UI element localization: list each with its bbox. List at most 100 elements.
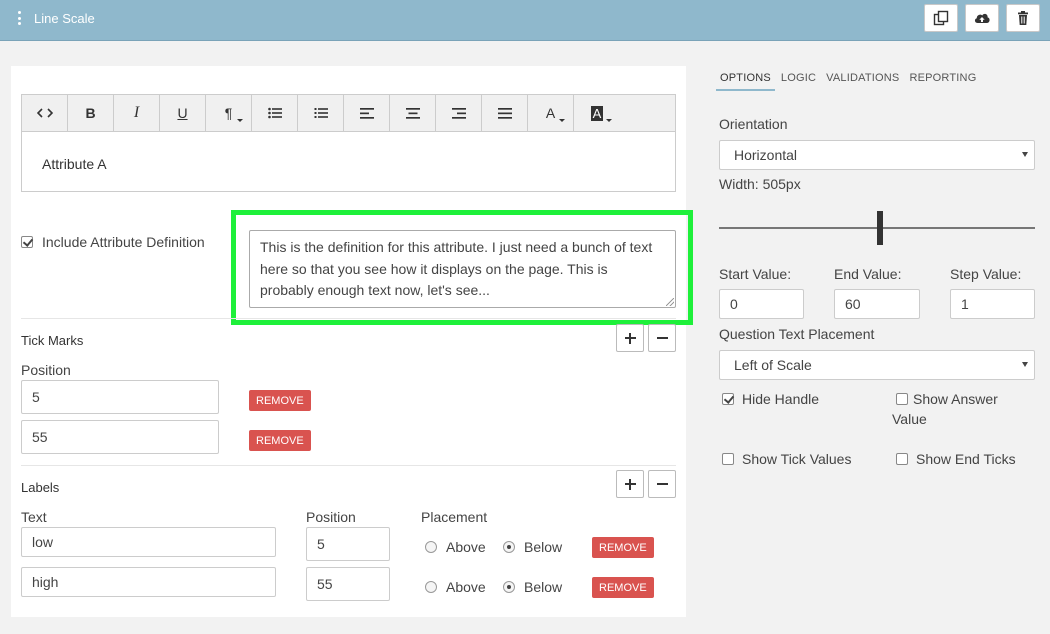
trash-icon	[1018, 11, 1028, 25]
placement-above-option[interactable]: Above	[425, 539, 486, 555]
placement-above-option[interactable]: Above	[425, 579, 486, 595]
divider	[21, 318, 676, 319]
placement-above-label: Above	[446, 579, 486, 595]
placement-below-option[interactable]: Below	[503, 539, 562, 555]
code-view-button[interactable]	[22, 95, 68, 131]
underline-icon: U	[177, 105, 188, 121]
justify-button[interactable]	[482, 95, 528, 131]
bold-icon: B	[85, 105, 96, 121]
width-slider-handle[interactable]	[877, 211, 884, 245]
bullet-list-button[interactable]	[252, 95, 298, 131]
numbered-list-icon	[314, 108, 328, 118]
label-placement-header: Placement	[421, 509, 488, 525]
tab-options[interactable]: OPTIONS	[716, 66, 775, 91]
tick-position-input[interactable]: 5	[21, 380, 219, 414]
start-value-label: Start Value:	[719, 266, 792, 282]
placement-below-radio[interactable]	[503, 581, 515, 593]
show-answer-value-option[interactable]: Show Answer Value	[892, 389, 1032, 429]
orientation-select[interactable]: Horizontal	[719, 140, 1035, 170]
show-tick-values-checkbox[interactable]	[722, 453, 734, 465]
align-center-button[interactable]	[390, 95, 436, 131]
label-text-input[interactable]: high	[21, 567, 276, 597]
end-value-label: End Value:	[834, 266, 902, 282]
align-left-icon	[359, 107, 374, 119]
include-definition-checkbox[interactable]	[21, 236, 33, 248]
hide-handle-checkbox[interactable]	[722, 393, 734, 405]
resize-grip-icon[interactable]	[666, 298, 674, 306]
remove-tick-button-1[interactable]: REMOVE	[249, 390, 311, 411]
placement-below-label: Below	[524, 539, 563, 555]
show-answer-value-label: Show Answer Value	[892, 391, 998, 427]
background-color-button[interactable]: A	[574, 95, 620, 131]
align-left-button[interactable]	[344, 95, 390, 131]
page-title: Line Scale	[34, 11, 95, 26]
placement-below-label: Below	[524, 579, 563, 595]
question-text-placement-select[interactable]: Left of Scale	[719, 350, 1035, 380]
vertical-dots-icon[interactable]	[16, 11, 22, 25]
end-value-input[interactable]: 60	[834, 289, 920, 319]
copy-button[interactable]	[924, 4, 958, 32]
label-position-input[interactable]: 55	[306, 567, 390, 601]
bullet-list-icon	[267, 107, 282, 119]
font-color-icon: A	[545, 105, 556, 121]
step-value-input[interactable]: 1	[950, 289, 1035, 319]
add-tick-button[interactable]	[616, 324, 644, 352]
hide-handle-label: Hide Handle	[742, 391, 820, 407]
placement-above-radio[interactable]	[425, 581, 437, 593]
placement-above-radio[interactable]	[425, 541, 437, 553]
justify-icon	[497, 107, 512, 119]
start-value-input[interactable]: 0	[719, 289, 804, 319]
italic-button[interactable]: I	[114, 95, 160, 131]
remove-tick-button[interactable]	[648, 324, 676, 352]
show-tick-values-option[interactable]: Show Tick Values	[722, 449, 851, 469]
dropdown-arrow-icon	[1022, 152, 1028, 157]
remove-tick-button-2[interactable]: REMOVE	[249, 430, 311, 451]
editor-content[interactable]: Attribute A	[22, 132, 675, 196]
paragraph-button[interactable]: ¶	[206, 95, 252, 131]
hide-handle-option[interactable]: Hide Handle	[722, 389, 819, 409]
placement-below-radio[interactable]	[503, 541, 515, 553]
tab-logic[interactable]: LOGIC	[777, 66, 820, 91]
top-bar: Line Scale	[0, 0, 1050, 41]
remove-label-button-1[interactable]: REMOVE	[592, 537, 654, 558]
tab-reporting[interactable]: REPORTING	[905, 66, 980, 91]
remove-label-button[interactable]	[648, 470, 676, 498]
show-tick-values-label: Show Tick Values	[742, 451, 852, 467]
label-position-input[interactable]: 5	[306, 527, 390, 561]
label-text-input[interactable]: low	[21, 527, 276, 557]
placement-above-label: Above	[446, 539, 486, 555]
show-end-ticks-checkbox[interactable]	[896, 453, 908, 465]
numbered-list-button[interactable]	[298, 95, 344, 131]
tick-position-input[interactable]: 55	[21, 420, 219, 454]
editor-panel: B I U ¶ A A Attribute A Include Attribut…	[11, 66, 693, 617]
show-answer-value-checkbox[interactable]	[896, 393, 908, 405]
align-right-button[interactable]	[436, 95, 482, 131]
orientation-label: Orientation	[719, 116, 788, 132]
placement-below-option[interactable]: Below	[503, 579, 562, 595]
definition-text: This is the definition for this attribut…	[260, 239, 653, 298]
bold-button[interactable]: B	[68, 95, 114, 131]
show-end-ticks-option[interactable]: Show End Ticks	[896, 449, 1016, 469]
paragraph-icon: ¶	[224, 105, 233, 121]
include-definition-label: Include Attribute Definition	[42, 234, 205, 250]
copy-icon	[933, 10, 949, 26]
align-center-icon	[405, 107, 420, 119]
add-label-button[interactable]	[616, 470, 644, 498]
tab-validations[interactable]: VALIDATIONS	[822, 66, 903, 91]
question-text-placement-label: Question Text Placement	[719, 326, 875, 342]
delete-button[interactable]	[1006, 4, 1040, 32]
label-text-header: Text	[21, 509, 47, 525]
include-definition-option[interactable]: Include Attribute Definition	[21, 234, 205, 250]
definition-textarea[interactable]: This is the definition for this attribut…	[249, 230, 676, 308]
remove-label-button-2[interactable]: REMOVE	[592, 577, 654, 598]
labels-heading: Labels	[21, 480, 60, 495]
font-color-button[interactable]: A	[528, 95, 574, 131]
underline-button[interactable]: U	[160, 95, 206, 131]
show-end-ticks-label: Show End Ticks	[916, 451, 1016, 467]
options-tabs: OPTIONS LOGIC VALIDATIONS REPORTING	[716, 66, 982, 91]
background-color-icon: A	[590, 105, 604, 121]
upload-button[interactable]	[965, 4, 999, 32]
cloud-upload-icon	[974, 13, 990, 23]
italic-icon: I	[133, 104, 140, 121]
editor-toolbar: B I U ¶ A A	[22, 95, 675, 132]
